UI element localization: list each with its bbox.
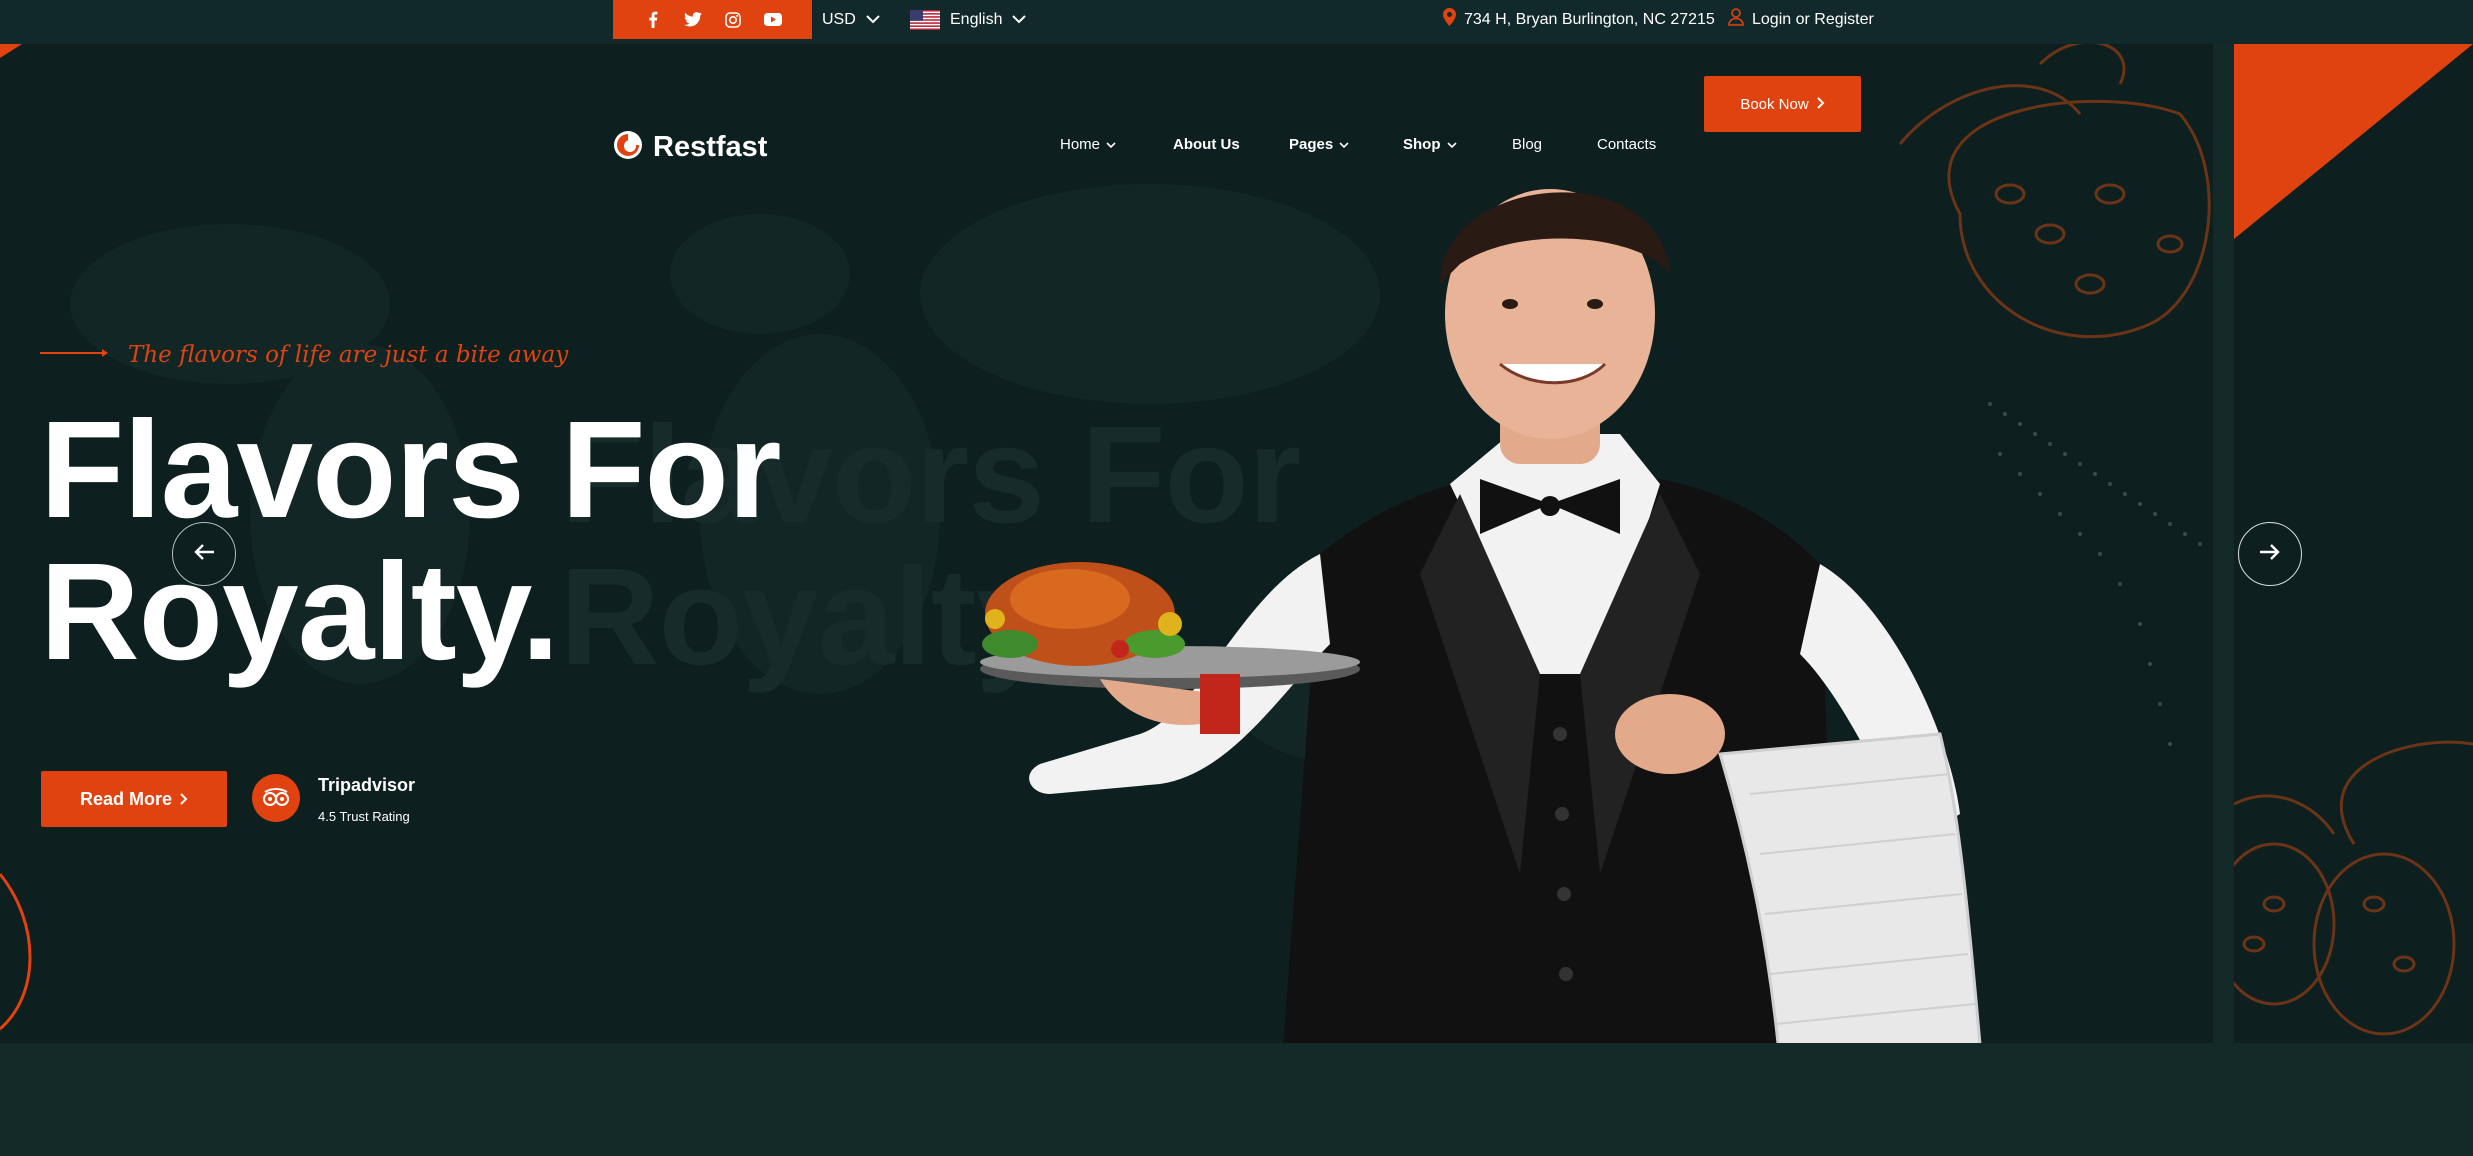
arrow-left-icon [193,543,215,566]
hero-section: Flavors For Royalty. Restfast Home About… [0,44,2213,1043]
nav-home[interactable]: Home [1060,136,1116,153]
chevron-right-icon [1816,96,1825,113]
rating-source: Tripadvisor [318,775,416,795]
currency-label: USD [822,10,856,28]
hero-title-line1: Flavors For [40,393,782,547]
hero-title: Flavors For Royalty. [40,393,782,689]
slide-gap [2213,44,2234,1043]
chevron-right-icon [180,789,188,810]
chevron-down-icon [1012,11,1027,29]
book-now-button[interactable]: Book Now [1704,76,1861,132]
nav-blog[interactable]: Blog [1512,136,1542,153]
read-more-label: Read More [79,788,173,809]
logo[interactable]: Restfast [613,130,767,165]
chevron-down-icon [1339,136,1349,153]
chevron-down-icon [866,11,880,29]
hero-tagline: The flavors of life are just a bite away [40,342,568,368]
tagline-arrow-icon [40,346,110,364]
nav-shop[interactable]: Shop [1403,136,1457,153]
twitter-icon[interactable] [683,11,702,29]
hero-title-line2: Royalty. [40,535,560,689]
nav-contacts-label: Contacts [1597,136,1657,153]
book-now-label: Book Now [1740,95,1809,113]
login-label: Login or Register [1752,10,1874,28]
chevron-down-icon [1106,136,1116,153]
facebook-icon[interactable] [644,11,662,29]
nav-pages-label: Pages [1289,136,1334,153]
instagram-icon[interactable] [724,11,742,29]
page-bottom-band [0,1043,2473,1156]
arrow-right-icon [2259,543,2281,566]
language-select[interactable]: English [910,0,1027,39]
language-label: English [950,10,1003,28]
nav-blog-label: Blog [1512,136,1543,153]
login-register-link[interactable]: Login or Register [1728,0,1874,39]
nav-home-label: Home [1060,136,1101,153]
address: 734 H, Bryan Burlington, NC 27215 [1443,0,1715,39]
us-flag-icon [910,9,940,30]
nav-pages[interactable]: Pages [1289,136,1349,153]
nav-contacts[interactable]: Contacts [1597,136,1656,153]
chevron-down-icon [1446,136,1457,153]
rating-text: 4.5 Trust Rating [318,809,410,824]
social-links [613,0,812,39]
currency-select[interactable]: USD [822,0,880,39]
top-bar: USD English 734 H, Bryan Burlington, NC … [0,0,2473,44]
location-pin-icon [1443,8,1456,31]
waiter-image [980,189,1982,1043]
address-text: 734 H, Bryan Burlington, NC 27215 [1464,10,1715,28]
user-icon [1728,8,1744,31]
logo-text: Restfast [653,131,768,163]
carousel-next-button[interactable] [2238,522,2302,586]
youtube-icon[interactable] [763,11,782,29]
read-more-button[interactable]: Read More [41,771,227,827]
nav-shop-label: Shop [1403,136,1441,153]
logo-icon [613,130,643,165]
tripadvisor-icon [252,774,300,822]
nav-about-us[interactable]: About Us [1173,136,1240,153]
carousel-prev-button[interactable] [172,522,236,586]
nav-about-label: About Us [1173,136,1240,153]
tagline-text: The flavors of life are just a bite away [128,342,569,368]
